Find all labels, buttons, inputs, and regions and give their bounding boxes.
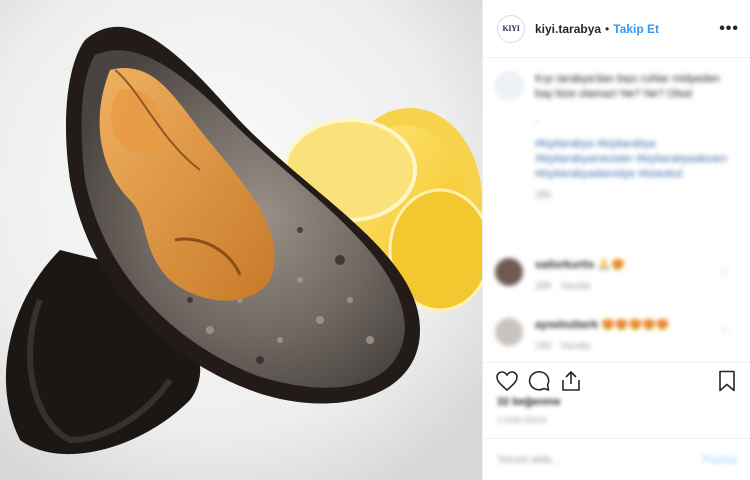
comment-username[interactable]: sailorkurtis — [535, 259, 594, 271]
follow-button[interactable]: Takip Et — [613, 22, 659, 36]
comments-section: Kıyı tarabya'dan bazı ruhlar midyeden ba… — [483, 58, 750, 360]
comment-text: 😍😍😍😍😍 — [601, 319, 670, 331]
comment-input[interactable]: Yorum ekle... — [497, 454, 561, 466]
commenter-avatar[interactable] — [495, 318, 523, 346]
share-icon[interactable] — [559, 369, 583, 393]
caption-time: 28h — [535, 190, 552, 201]
post-time: 2 GÜN ÖNCE — [497, 416, 547, 425]
account-avatar[interactable]: KIYI — [497, 14, 525, 43]
caption-hashtags[interactable]: #kiyitarabya #kiyitarabya #kiyitarabyame… — [535, 137, 735, 182]
likes-count[interactable]: 32 beğenme — [497, 396, 561, 408]
comment-time: 28h — [535, 281, 552, 292]
comment-like-icon[interactable]: ♡ — [720, 268, 729, 279]
reply-button[interactable]: Yanıtla — [560, 341, 590, 352]
post-sidebar: KIYI kiyi.tarabya • Takip Et ••• Kıyı ta… — [482, 0, 750, 480]
post-header: KIYI kiyi.tarabya • Takip Et ••• — [483, 0, 750, 58]
comment-like-icon[interactable]: ♡ — [720, 326, 729, 337]
mussel-photo-illustration — [0, 0, 482, 480]
caption-text: Kıyı tarabya'dan bazı ruhlar midyeden ba… — [535, 73, 720, 100]
comment-username[interactable]: ayselozberk — [535, 319, 598, 331]
more-options-icon[interactable]: ••• — [719, 20, 739, 38]
caption-row: Kıyı tarabya'dan bazı ruhlar midyeden ba… — [495, 72, 735, 203]
post-photo — [0, 0, 482, 480]
comment-icon[interactable] — [527, 369, 551, 393]
reply-button[interactable]: Yanıtla — [560, 281, 590, 292]
separator-dot: • — [605, 21, 610, 36]
comment-text: 🙏😍 — [597, 259, 625, 271]
comment-row: ayselozberk 😍😍😍😍😍 19h Yanıtla — [495, 318, 735, 354]
bookmark-icon[interactable] — [715, 369, 739, 393]
username-link[interactable]: kiyi.tarabya — [535, 22, 601, 36]
comment-time: 19h — [535, 341, 552, 352]
post-comment-button[interactable]: Paylaş — [702, 454, 737, 466]
comment-row: sailorkurtis 🙏😍 28h Yanıtla — [495, 258, 735, 294]
logo-text: KIYI — [502, 24, 520, 33]
add-comment-bar: Yorum ekle... Paylaş — [483, 438, 750, 480]
caption-avatar[interactable] — [495, 72, 523, 100]
commenter-avatar[interactable] — [495, 258, 523, 286]
post-actions — [483, 362, 750, 398]
heart-icon[interactable] — [495, 369, 519, 393]
caption-dots: . — [535, 113, 539, 125]
